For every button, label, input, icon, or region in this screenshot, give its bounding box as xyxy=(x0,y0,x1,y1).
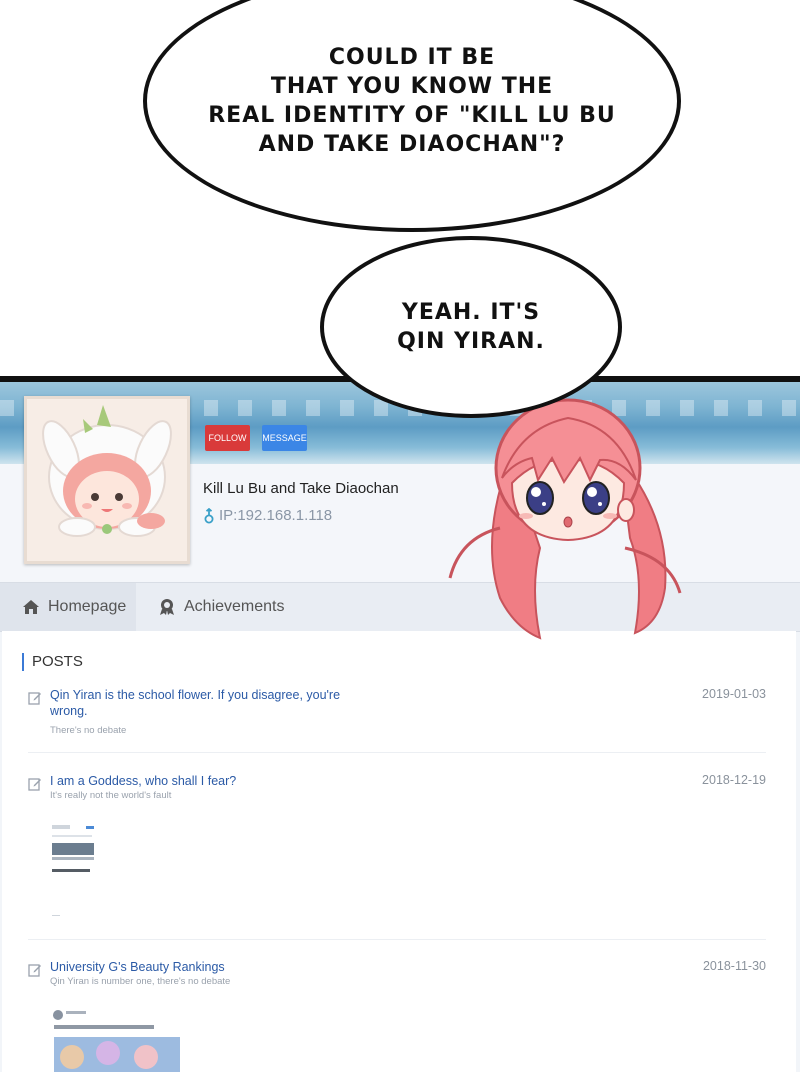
speech-bubble-question: COULD IT BE THAT YOU KNOW THE REAL IDENT… xyxy=(143,0,681,232)
post-subtitle: There's no debate xyxy=(50,725,127,736)
chibi-character xyxy=(448,398,682,640)
tab-achievements-label: Achievements xyxy=(184,598,285,615)
posts-section: POSTS Qin Yiran is the school flower. If… xyxy=(2,631,796,1072)
post-date: 2018-11-30 xyxy=(702,959,766,973)
message-button[interactable]: MESSAGE xyxy=(262,425,307,451)
follow-button[interactable]: FOLLOW xyxy=(205,425,250,451)
tab-homepage[interactable]: Homepage xyxy=(0,583,136,631)
edit-icon xyxy=(28,964,41,977)
bubble-question-text: COULD IT BE THAT YOU KNOW THE REAL IDENT… xyxy=(208,45,616,157)
post-date: 2018-12-19 xyxy=(702,773,766,787)
profile-ip: IP:192.168.1.118 xyxy=(203,507,332,524)
edit-icon xyxy=(28,778,41,791)
ip-text: IP:192.168.1.118 xyxy=(219,507,333,524)
tab-achievements[interactable]: Achievements xyxy=(156,583,285,631)
post-date: 2019-01-03 xyxy=(702,687,766,701)
post-subtitle: Qin Yiran is number one, there's no deba… xyxy=(50,976,231,987)
home-icon xyxy=(23,600,39,614)
speech-bubble-answer: YEAH. IT'S QIN YIRAN. xyxy=(320,236,622,418)
post-thumbnail[interactable] xyxy=(50,823,100,923)
edit-icon xyxy=(28,692,41,705)
post-divider xyxy=(28,752,766,753)
post-thumbnail[interactable] xyxy=(50,1007,182,1072)
male-icon xyxy=(204,507,214,523)
post-title[interactable]: Qin Yiran is the school flower. If you d… xyxy=(50,687,370,719)
post-title[interactable]: I am a Goddess, who shall I fear? xyxy=(50,773,370,789)
profile-username: Kill Lu Bu and Take Diaochan xyxy=(203,480,399,497)
posts-heading: POSTS xyxy=(22,653,83,671)
bubble-answer-text: YEAH. IT'S QIN YIRAN. xyxy=(397,300,545,354)
post-title[interactable]: University G's Beauty Rankings xyxy=(50,959,370,975)
tab-homepage-label: Homepage xyxy=(48,598,127,615)
avatar[interactable] xyxy=(24,396,190,564)
medal-icon xyxy=(160,599,174,615)
post-subtitle: It's really not the world's fault xyxy=(50,790,172,801)
post-divider xyxy=(28,939,766,940)
avatar-illustration xyxy=(27,399,187,561)
